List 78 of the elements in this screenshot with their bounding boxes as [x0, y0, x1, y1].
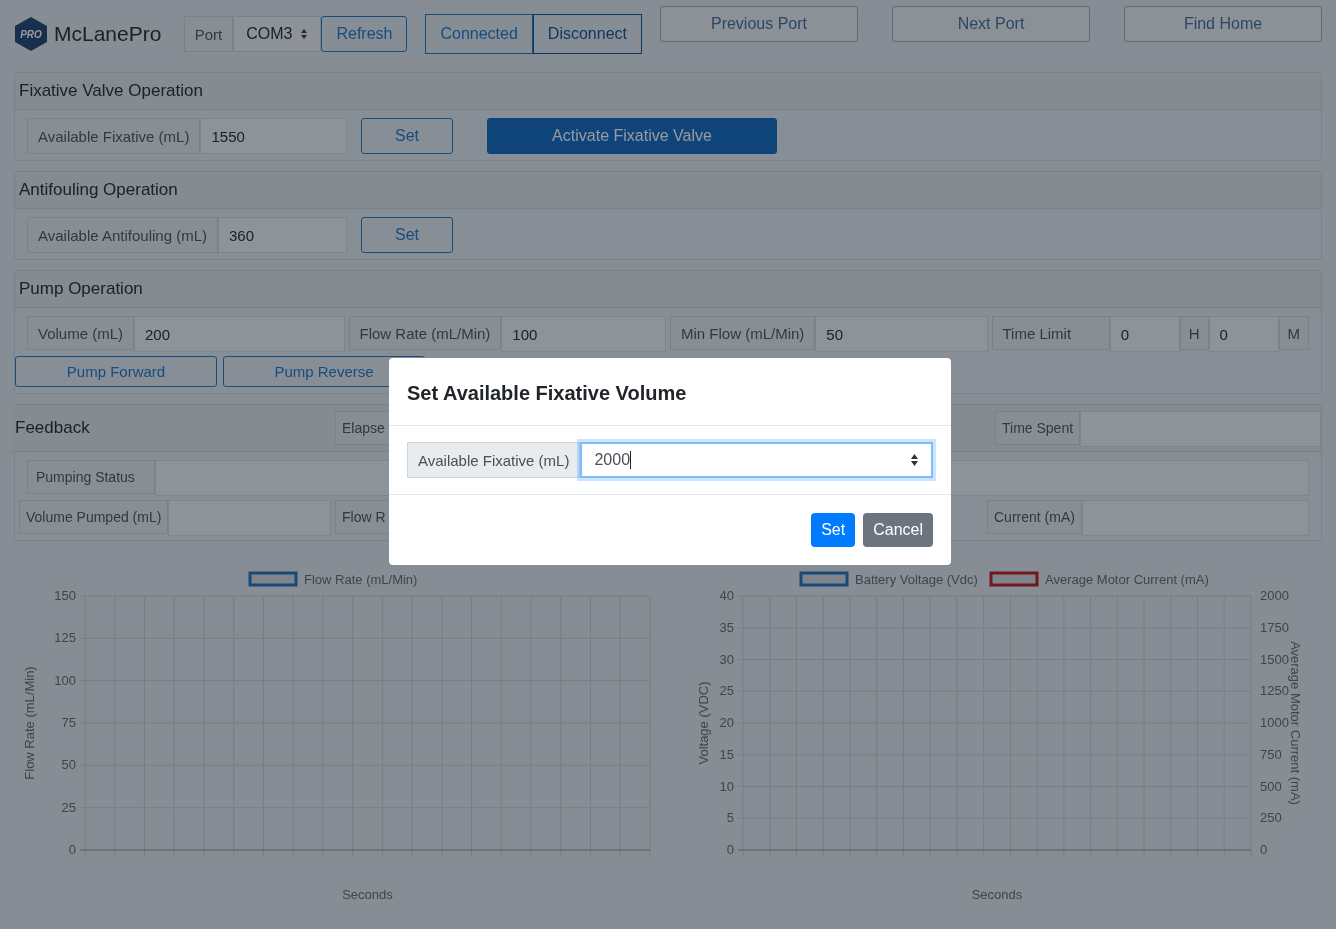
panel-title: Feedback [15, 418, 91, 438]
y-axis-title: Average Motor Current (mA) [1288, 641, 1303, 805]
spinner-icon [910, 453, 919, 467]
y-tick-label: 30 [719, 651, 734, 667]
refresh-button[interactable]: Refresh [321, 16, 408, 52]
cancel-button[interactable]: Cancel [863, 513, 933, 547]
y-tick-label: 0 [68, 842, 76, 857]
panel-title: Fixative Valve Operation [15, 73, 1321, 110]
field-label: Time Spent [995, 411, 1081, 445]
field-label: Time Limit [991, 316, 1110, 350]
field-label: Volume Pumped (mL) [19, 500, 169, 534]
y-tick-label: 25 [61, 799, 76, 815]
legend-label: Battery Voltage (Vdc) [855, 572, 978, 587]
y-tick-label: 25 [719, 683, 734, 699]
legend-label: Flow Rate (mL/Min) [304, 572, 418, 587]
port-select[interactable]: COM3 [233, 16, 322, 52]
port-nav-button[interactable]: Next Port [892, 6, 1090, 42]
field-label: Min Flow (mL/Min) [670, 316, 816, 350]
y-tick-label: 500 [1260, 778, 1282, 794]
y-tick-label: 10 [719, 778, 734, 794]
field-label: Available Fixative (mL) [27, 118, 201, 154]
legend-label: Average Motor Current (mA) [1045, 572, 1209, 587]
field-label: Available Antifouling (mL) [27, 217, 218, 253]
set-button[interactable]: Set [811, 513, 856, 547]
y-axis-title: Voltage (VDC) [696, 681, 711, 765]
y-tick-label: 0 [726, 842, 734, 857]
panel-title: Antifouling Operation [15, 172, 1321, 209]
hours-field[interactable]: 0 [1109, 316, 1180, 352]
y-tick-label: 1000 [1260, 715, 1289, 730]
pump-button[interactable]: Pump Forward [15, 356, 217, 387]
logo-hexagon-icon: PRO [14, 16, 48, 52]
y-tick-label: 1500 [1260, 651, 1289, 667]
field-label: Available Fixative (mL) [407, 442, 581, 478]
app-name: McLanePro [54, 22, 162, 46]
field-label: Flow Rate (mL/Min) [348, 316, 502, 350]
unit-label: H [1179, 316, 1209, 350]
y-tick-label: 40 [719, 588, 734, 603]
y-tick-label: 15 [719, 746, 734, 762]
y-tick-label: 1750 [1260, 619, 1289, 635]
unit-label: M [1278, 316, 1309, 350]
minutes-field[interactable]: 0 [1208, 316, 1279, 352]
connected-button[interactable]: Connected [425, 14, 533, 54]
modal-title: Set Available Fixative Volume [389, 358, 951, 426]
y-tick-label: 150 [54, 588, 76, 603]
x-axis-title: Seconds [342, 887, 393, 902]
y-tick-label: 5 [726, 810, 734, 826]
field-label: Elapse [335, 411, 392, 445]
y-tick-label: 1250 [1260, 683, 1289, 699]
panel-title: Pump Operation [15, 271, 1321, 308]
y-tick-label: 125 [54, 630, 76, 646]
antifouling-value-field[interactable]: 360 [218, 217, 347, 253]
y-tick-label: 250 [1260, 810, 1282, 826]
input-field[interactable]: 100 [501, 316, 666, 352]
y-tick-label: 75 [61, 715, 76, 730]
disconnect-button[interactable]: Disconnect [532, 14, 642, 54]
y-axis-title: Flow Rate (mL/Min) [22, 666, 37, 780]
port-label: Port [183, 16, 234, 52]
y-tick-label: 750 [1260, 746, 1282, 762]
port-nav-button[interactable]: Previous Port [660, 6, 858, 42]
sort-caret-icon [300, 28, 309, 40]
input-field[interactable]: 50 [815, 316, 988, 352]
activate-valve-button[interactable]: Activate Fixative Valve [487, 118, 777, 154]
fixative-value-field[interactable]: 1550 [200, 118, 347, 154]
input-field[interactable]: 200 [134, 316, 345, 352]
y-tick-label: 0 [1260, 842, 1268, 857]
number-input-field[interactable]: 2000 [580, 442, 933, 478]
y-tick-label: 20 [719, 715, 734, 730]
x-axis-title: Seconds [971, 887, 1023, 902]
y-tick-label: 100 [54, 672, 76, 688]
set-button[interactable]: Set [361, 118, 453, 154]
y-tick-label: 2000 [1260, 588, 1289, 603]
field-label: Volume (mL) [27, 316, 135, 350]
set-button[interactable]: Set [361, 217, 453, 253]
port-nav-button[interactable]: Find Home [1124, 6, 1322, 42]
y-tick-label: 35 [719, 619, 734, 635]
y-tick-label: 50 [61, 757, 76, 773]
field-label: Current (mA) [987, 500, 1082, 534]
field-label: Pumping Status [27, 460, 155, 494]
